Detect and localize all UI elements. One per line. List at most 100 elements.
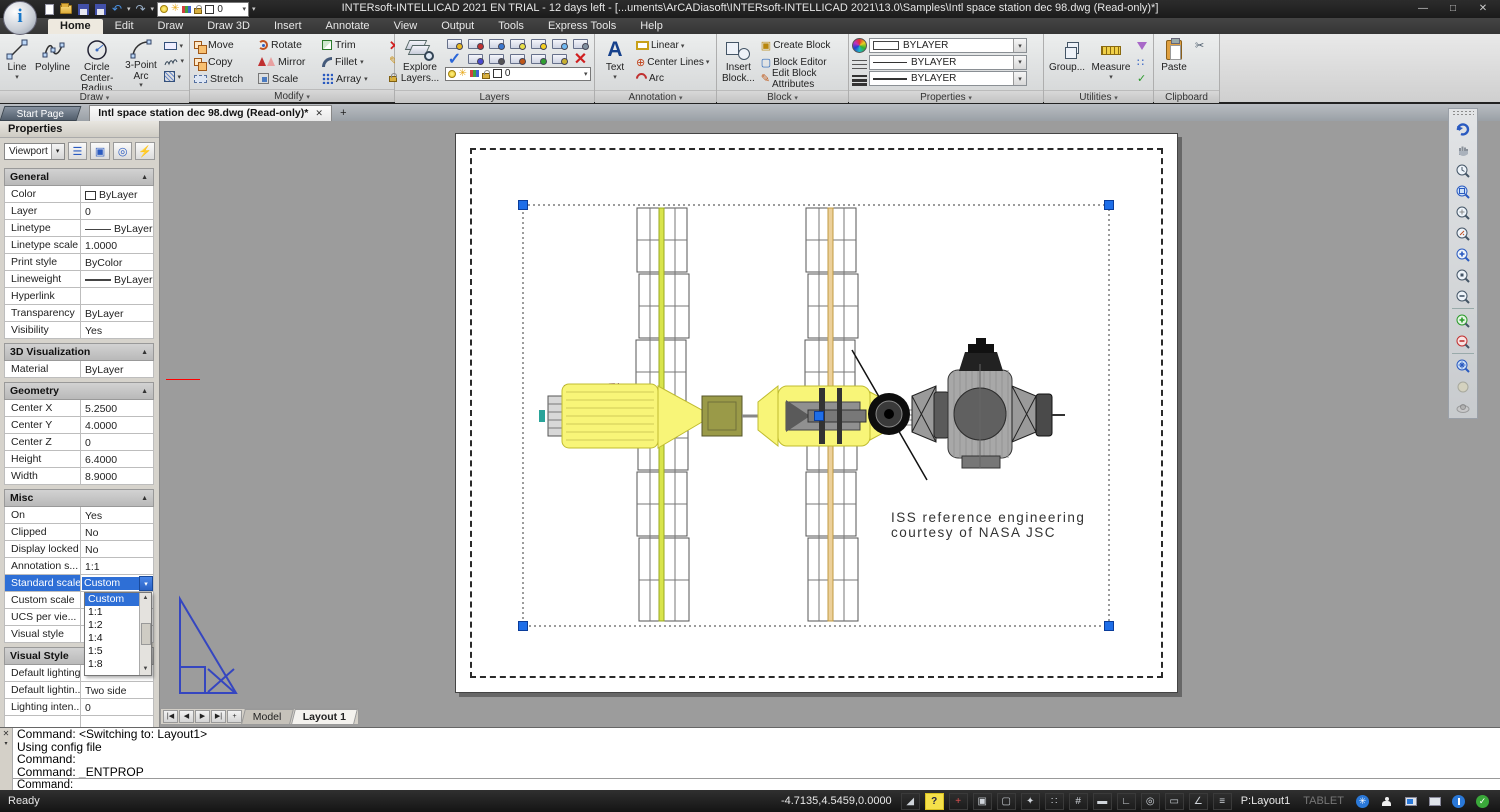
array-button[interactable]: Array▾ [321,71,385,87]
line-button[interactable]: Line▾ [3,36,31,88]
edit-block-attributes-button[interactable]: ✎Edit Block Attributes [759,71,845,86]
group-label-block[interactable]: Block ▾ [717,90,848,103]
zoom-out-button[interactable] [1450,286,1476,307]
open-file-button[interactable] [59,3,73,16]
grid-toggle[interactable]: # [1069,793,1088,810]
esnap-toggle[interactable]: ◢ [901,793,920,810]
save-as-button[interactable] [93,3,107,16]
property-row-standard-scale[interactable]: Standard scaleCustom▾ [4,575,154,592]
tab-tools[interactable]: Tools [486,19,536,34]
zoom-scale-button[interactable] [1450,223,1476,244]
new-tab-button[interactable]: + [336,107,351,121]
settings-button[interactable]: ✳ [1353,793,1372,810]
dropdown-scrollbar[interactable]: ▲ ▼ [139,593,151,675]
next-layout-button[interactable]: ▶ [195,710,210,723]
polar-toggle[interactable]: ▢ [997,793,1016,810]
layer-tool-icon[interactable] [447,39,462,49]
tab-start-page[interactable]: Start Page [0,106,82,121]
clean-screen-button[interactable] [1401,793,1420,810]
layer-check-icon[interactable]: ✓ [448,49,461,69]
snap-toggle[interactable]: ∷ [1045,793,1064,810]
tablet-indicator[interactable]: TABLET [1299,795,1348,807]
tab-view[interactable]: View [382,19,430,34]
quick-layer-combo[interactable]: ✳ 0 ▾ [157,2,249,17]
group-label-properties[interactable]: Properties ▾ [849,90,1043,103]
section-general[interactable]: General▲ [4,168,154,186]
tab-insert[interactable]: Insert [262,19,314,34]
cut-button[interactable]: ✂ [1193,38,1206,53]
command-options-icon[interactable]: ▾ [4,740,7,747]
3d-osnap-toggle[interactable]: ✦ [1021,793,1040,810]
tab-home[interactable]: Home [48,19,103,34]
application-menu-button[interactable]: i [3,1,37,35]
crosshair-toggle[interactable]: + [949,793,968,810]
revision-cloud-button[interactable]: ▾ [162,54,186,69]
iss-drawing[interactable]: ISS reference engineering courtesy of NA… [456,134,1179,694]
maximize-button[interactable]: □ [1438,0,1468,17]
hatch-button[interactable]: ▾ [162,69,186,84]
tab-drawing[interactable]: Intl space station dec 98.dwg (Read-only… [89,105,332,121]
layer-tool-icon[interactable] [510,54,525,64]
first-layout-button[interactable]: |◀ [163,710,178,723]
tab-draw3d[interactable]: Draw 3D [195,19,262,34]
scale-button[interactable]: Scale [257,71,321,87]
group-label-utilities[interactable]: Utilities ▾ [1044,90,1153,103]
redo-button[interactable]: ↷ [134,3,148,16]
color-combo[interactable]: BYLAYER▾ [869,38,1027,53]
toolbar-grip[interactable] [1452,110,1474,117]
scale-option[interactable]: 1:5 [85,645,139,658]
layer-tool-icon[interactable] [552,54,567,64]
layer-tool-icon[interactable] [489,39,504,49]
blocks-grid-button[interactable]: ∷ [1135,55,1149,70]
copy-properties-button[interactable]: ▣ [90,142,110,160]
linetype-combo[interactable]: BYLAYER▾ [869,55,1027,70]
scale-option[interactable]: 1:4 [85,632,139,645]
layer-select-combo[interactable]: ✳ 0 ▾ [445,67,591,81]
arc-dimension-button[interactable]: Arc [634,71,711,86]
insert-block-button[interactable]: Insert Block... [720,36,757,88]
sort-tree-button[interactable]: ☰ [68,142,88,160]
tab-annotate[interactable]: Annotate [314,19,382,34]
tab-layout1[interactable]: Layout 1 [291,709,358,724]
fillet-button[interactable]: Fillet▾ [321,54,385,70]
filter-button[interactable]: ⚡ [135,142,155,160]
group-label-clipboard[interactable]: Clipboard [1154,90,1219,103]
color-wheel-icon[interactable] [852,38,867,53]
drawing-canvas[interactable]: ISS reference engineering courtesy of NA… [160,121,1500,727]
group-label-draw[interactable]: Draw ▾ [0,90,189,103]
prev-layout-button[interactable]: ◀ [179,710,194,723]
scale-option[interactable]: 1:2 [85,619,139,632]
layer-tool-icon[interactable] [552,39,567,49]
ortho-toggle[interactable]: ∟ [1117,793,1136,810]
zoom-extents-button[interactable] [1450,355,1476,376]
zoom-out-minus-button[interactable] [1450,331,1476,352]
move-button[interactable]: Move [193,37,257,53]
angle-toggle[interactable]: ∠ [1189,793,1208,810]
scale-option[interactable]: Custom [85,593,139,606]
paper-model-toggle[interactable]: ▭ [1165,793,1184,810]
center-lines-button[interactable]: ⊕Center Lines▾ [634,55,711,70]
scale-option[interactable]: 1:8 [85,658,139,671]
tab-draw[interactable]: Draw [146,19,196,34]
group-label-annotation[interactable]: Annotation ▾ [595,90,716,103]
section-3d-visualization[interactable]: 3D Visualization▲ [4,343,154,361]
group-label-modify[interactable]: Modify ▾ [190,89,394,102]
layer-tool-icon[interactable] [468,54,483,64]
workspace-switch-button[interactable] [1425,793,1444,810]
minimize-button[interactable]: — [1408,0,1438,17]
tab-model[interactable]: Model [241,709,293,724]
layer-tool-icon[interactable] [573,39,588,49]
active-layout-indicator[interactable]: P:Layout1 [1237,795,1295,807]
section-misc[interactable]: Misc▲ [4,489,154,507]
polyline-button[interactable]: Polyline [33,36,72,88]
isolate-objects-button[interactable] [1449,793,1468,810]
measure-button[interactable]: Measure▾ [1089,36,1133,88]
explore-layers-button[interactable]: Explore Layers... [398,36,442,88]
trim-button[interactable]: Trim [321,37,385,53]
view-previous-button[interactable] [1450,118,1476,139]
linear-dimension-button[interactable]: Linear▾ [634,38,711,53]
zoom-window-button[interactable] [1450,181,1476,202]
pan-button[interactable] [1450,139,1476,160]
selection-toggle[interactable]: ▣ [973,793,992,810]
quick-select-button[interactable] [1135,38,1149,53]
